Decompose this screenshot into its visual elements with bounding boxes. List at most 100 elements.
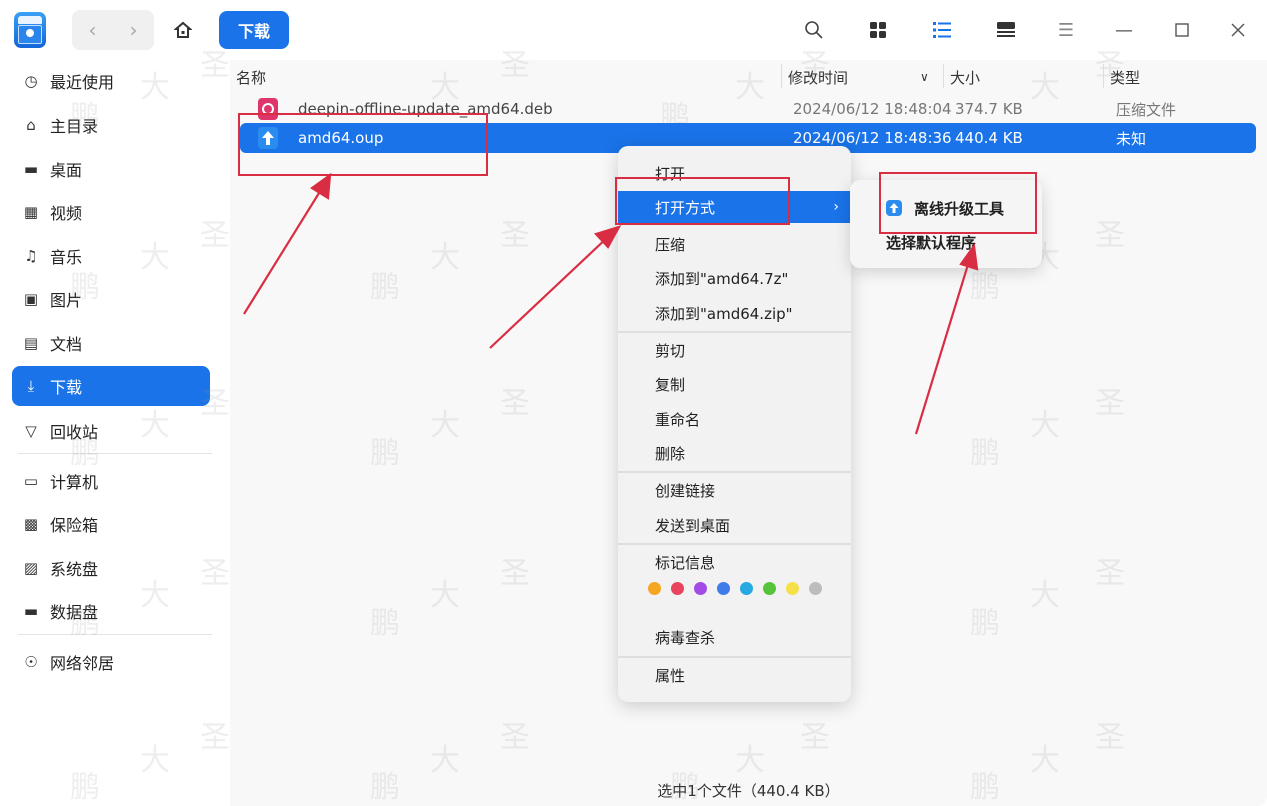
column-header-name[interactable]: 名称 [236, 64, 266, 90]
watermark-text: 鹏 [970, 270, 1000, 305]
menu-item-compress[interactable]: 压缩 [618, 228, 851, 260]
watermark-text: 鹏 [70, 270, 100, 305]
watermark-text: 圣 [200, 556, 230, 591]
tag-color-purple[interactable] [694, 582, 707, 595]
watermark-text: 圣 [500, 720, 530, 755]
column-divider[interactable] [781, 64, 782, 88]
sidebar-item-label: 视频 [50, 204, 83, 223]
column-divider[interactable] [943, 64, 944, 88]
network-icon: ☉ [24, 653, 38, 671]
sidebar-item-video[interactable]: ▦ 视频 [12, 192, 210, 232]
watermark-text: 圣 [500, 218, 530, 253]
titlebar: ‹ › 下载 ☰ — [0, 0, 1267, 60]
close-icon[interactable] [1222, 14, 1254, 46]
watermark-text: 大 [140, 70, 170, 105]
sidebar-item-label: 文档 [50, 335, 83, 354]
watermark-text: 鹏 [70, 770, 100, 805]
file-manager-icon[interactable] [14, 12, 46, 48]
column-header-size[interactable]: 大小 [950, 64, 980, 90]
tag-color-gray[interactable] [809, 582, 822, 595]
watermark-text: 圣 [200, 386, 230, 421]
file-type: 未知 [1116, 129, 1147, 148]
icon-view-icon[interactable] [862, 14, 894, 46]
maximize-icon[interactable] [1166, 14, 1198, 46]
sidebar-item-computer[interactable]: ▭ 计算机 [12, 461, 210, 501]
watermark-text: 鹏 [370, 436, 400, 471]
sidebar-item-label: 系统盘 [50, 560, 99, 579]
context-menu: 打开 打开方式 › 压缩 添加到"amd64.7z" 添加到"amd64.zip… [618, 146, 851, 702]
file-size: 374.7 KB [955, 100, 1023, 118]
chevron-down-icon: ∨ [920, 70, 929, 84]
watermark-text: 大 [140, 240, 170, 275]
sidebar-divider [18, 453, 212, 454]
trash-icon: ▽ [25, 422, 37, 440]
menu-item-properties[interactable]: 属性 [618, 659, 851, 691]
menu-item-tag-info[interactable]: 标记信息 [618, 546, 851, 578]
menu-item-create-link[interactable]: 创建链接 [618, 474, 851, 506]
sidebar-item-downloads[interactable]: ⤓ 下载 [12, 366, 210, 406]
chevron-left-icon[interactable]: ‹ [72, 10, 113, 50]
column-divider[interactable] [1103, 64, 1104, 88]
sidebar-item-desktop[interactable]: ▬ 桌面 [12, 149, 210, 189]
sidebar-item-pictures[interactable]: ▣ 图片 [12, 279, 210, 319]
tag-color-orange[interactable] [648, 582, 661, 595]
watermark-text: 鹏 [970, 606, 1000, 641]
tag-color-blue[interactable] [717, 582, 730, 595]
status-bar: 选中1个文件（440.4 KB） [657, 782, 840, 800]
watermark-text: 圣 [200, 218, 230, 253]
column-header-modified[interactable]: 修改时间 ∨ [788, 64, 938, 90]
sidebar-item-system-disk[interactable]: ▨ 系统盘 [12, 548, 210, 588]
menu-item-copy[interactable]: 复制 [618, 368, 851, 400]
home-icon: ⌂ [26, 116, 36, 134]
file-size: 440.4 KB [955, 129, 1023, 147]
watermark-text: 圣 [1095, 386, 1125, 421]
vault-icon: ▩ [23, 515, 39, 533]
system-disk-icon: ▨ [23, 559, 39, 577]
download-icon: ⤓ [27, 377, 35, 395]
menu-item-add-7z[interactable]: 添加到"amd64.7z" [618, 262, 851, 294]
tag-color-red[interactable] [671, 582, 684, 595]
watermark-text: 大 [430, 578, 460, 613]
chevron-right-icon[interactable]: › [113, 10, 154, 50]
sidebar-item-label: 下载 [50, 378, 83, 397]
list-view-icon[interactable] [926, 14, 958, 46]
sidebar: ◷ 最近使用 ⌂ 主目录 ▬ 桌面 ▦ 视频 ♫ 音乐 ▣ 图片 ▤ 文档 ⤓ [0, 60, 230, 806]
watermark-text: 大 [735, 743, 765, 778]
menu-item-cut[interactable]: 剪切 [618, 334, 851, 366]
menu-item-delete[interactable]: 删除 [618, 437, 851, 469]
watermark-text: 大 [1030, 743, 1060, 778]
file-manager-window: ‹ › 下载 ☰ — ◷ 最近使用 ⌂ 主目录 ▬ 桌面 ▦ 视频 ♫ 音乐 ▣… [0, 0, 1267, 806]
sidebar-item-vault[interactable]: ▩ 保险箱 [12, 504, 210, 544]
tag-color-picker [648, 582, 832, 595]
watermark-text: 大 [140, 408, 170, 443]
watermark-text: 鹏 [70, 100, 100, 135]
menu-item-virus-scan[interactable]: 病毒查杀 [618, 621, 851, 653]
menu-item-send-to-desktop[interactable]: 发送到桌面 [618, 509, 851, 541]
watermark-text: 大 [430, 743, 460, 778]
tag-color-green[interactable] [763, 582, 776, 595]
sidebar-item-label: 网络邻居 [50, 654, 115, 673]
column-header-type[interactable]: 类型 [1110, 64, 1140, 90]
menu-item-add-zip[interactable]: 添加到"amd64.zip" [618, 297, 851, 329]
watermark-text: 圣 [200, 720, 230, 755]
home-button[interactable] [163, 10, 203, 50]
sidebar-item-trash[interactable]: ▽ 回收站 [12, 411, 210, 451]
menu-item-rename[interactable]: 重命名 [618, 403, 851, 435]
sidebar-item-data-disk[interactable]: ▬ 数据盘 [12, 591, 210, 631]
sidebar-item-label: 计算机 [50, 473, 99, 492]
sidebar-item-music[interactable]: ♫ 音乐 [12, 236, 210, 276]
sidebar-item-home[interactable]: ⌂ 主目录 [12, 105, 210, 145]
watermark-text: 鹏 [370, 606, 400, 641]
menu-icon[interactable]: ☰ [1050, 14, 1082, 46]
document-icon: ▤ [23, 334, 39, 352]
watermark-text: 大 [140, 743, 170, 778]
tree-view-icon[interactable] [990, 14, 1022, 46]
tag-color-yellow[interactable] [786, 582, 799, 595]
tag-color-cyan[interactable] [740, 582, 753, 595]
sidebar-item-documents[interactable]: ▤ 文档 [12, 323, 210, 363]
watermark-text: 圣 [800, 720, 830, 755]
sidebar-item-label: 最近使用 [50, 73, 115, 92]
sidebar-item-recent[interactable]: ◷ 最近使用 [12, 61, 210, 101]
watermark-text: 圣 [1095, 720, 1125, 755]
sidebar-item-network[interactable]: ☉ 网络邻居 [12, 642, 210, 682]
